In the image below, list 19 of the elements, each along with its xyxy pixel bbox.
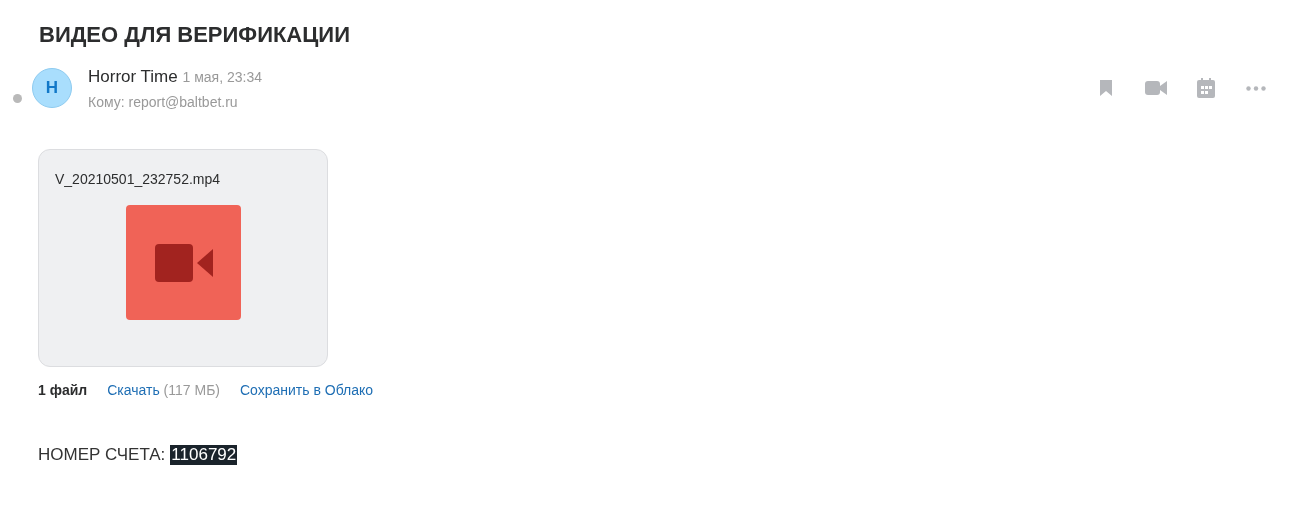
- file-size: (117 МБ): [163, 382, 220, 398]
- avatar: H: [32, 68, 72, 108]
- file-name: V_20210501_232752.mp4: [55, 171, 221, 187]
- account-label: НОМЕР СЧЕТА:: [38, 445, 166, 465]
- recipient: Кому: report@baltbet.ru: [88, 94, 238, 110]
- sender-name[interactable]: Horror Time: [88, 67, 178, 86]
- unread-dot[interactable]: [13, 94, 22, 103]
- calendar-icon[interactable]: [1197, 78, 1215, 98]
- attachment-card[interactable]: V_20210501_232752.mp4: [38, 149, 328, 367]
- file-count: 1 файл: [38, 382, 88, 398]
- video-camera-icon[interactable]: [1145, 80, 1167, 96]
- video-file-icon: [126, 205, 241, 320]
- download-link[interactable]: Скачать: [107, 382, 160, 398]
- bookmark-icon[interactable]: [1099, 79, 1113, 97]
- more-icon[interactable]: [1246, 85, 1266, 91]
- account-number: 1106792: [170, 445, 238, 465]
- save-to-cloud-link[interactable]: Сохранить в Облако: [240, 382, 374, 398]
- email-subject: ВИДЕО ДЛЯ ВЕРИФИКАЦИИ: [39, 21, 351, 49]
- message-date: 1 мая, 23:34: [182, 69, 262, 85]
